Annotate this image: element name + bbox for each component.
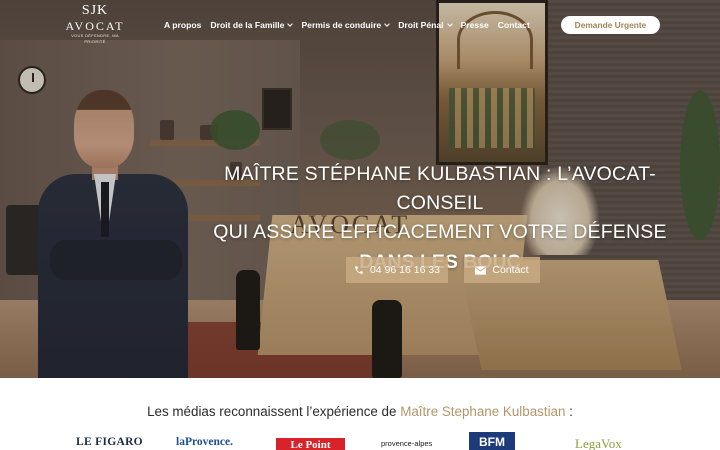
nav-label: Presse xyxy=(460,20,489,30)
nav-label: Contact xyxy=(497,20,530,30)
phone-icon xyxy=(355,266,363,274)
provence-alpes-logo[interactable]: provence-alpes xyxy=(381,439,432,448)
nav-label: Permis de conduire xyxy=(301,20,382,30)
le-point-logo[interactable]: Le Point xyxy=(276,438,345,450)
nav-label: Droit de la Famille xyxy=(210,20,285,30)
media-heading-suffix: : xyxy=(565,404,573,419)
chevron-down-icon xyxy=(287,21,294,27)
bfm-logo[interactable]: BFM xyxy=(469,432,515,450)
chevron-down-icon xyxy=(384,21,391,27)
headline-line-1: MAÎTRE STÉPHANE KULBASTIAN : L’AVOCAT-CO… xyxy=(224,163,656,214)
nav-droit-penal[interactable]: Droit Pénal xyxy=(398,18,453,32)
chevron-down-icon xyxy=(446,21,453,27)
site-logo[interactable]: SJK AVOCAT VOUS DÉFENDRE, MA PRIORITÉ xyxy=(60,3,130,44)
contact-button-label: Contact xyxy=(492,264,529,276)
urgent-request-button[interactable]: Demande Urgente xyxy=(561,16,660,34)
media-heading-name: Maître Stephane Kulbastian xyxy=(400,404,566,419)
media-section: Les médias reconnaissent l’expérience de… xyxy=(0,378,720,450)
legavox-logo[interactable]: LegaVox xyxy=(575,436,622,450)
contact-button[interactable]: Contact xyxy=(464,257,540,283)
la-provence-logo[interactable]: laProvence. xyxy=(176,436,233,448)
nav-label: A propos xyxy=(164,20,202,30)
nav-permis-conduire[interactable]: Permis de conduire xyxy=(301,18,391,32)
main-nav: A propos Droit de la Famille Permis de c… xyxy=(164,18,539,32)
logo-tagline: VOUS DÉFENDRE, MA PRIORITÉ xyxy=(71,33,119,44)
media-heading: Les médias reconnaissent l’expérience de… xyxy=(0,404,720,419)
nav-droit-famille[interactable]: Droit de la Famille xyxy=(210,18,294,32)
nav-label: Droit Pénal xyxy=(398,20,444,30)
logo-name: AVOCAT xyxy=(65,19,125,33)
phone-button[interactable]: 04 96 16 16 33 xyxy=(346,257,448,283)
nav-contact[interactable]: Contact xyxy=(498,18,530,32)
nav-presse[interactable]: Presse xyxy=(461,18,489,32)
envelope-icon xyxy=(475,265,487,275)
media-heading-prefix: Les médias reconnaissent l’expérience de xyxy=(147,404,401,419)
headline-line-2: QUI ASSURE EFFICACEMENT VOTRE DÉFENSE xyxy=(213,221,667,243)
phone-button-label: 04 96 16 16 33 xyxy=(369,264,441,276)
site-header: SJK AVOCAT VOUS DÉFENDRE, MA PRIORITÉ A … xyxy=(0,0,720,48)
media-logos: LE FIGARO laProvence. Le Point provence-… xyxy=(0,432,720,450)
nav-a-propos[interactable]: A propos xyxy=(164,18,201,32)
logo-monogram: SJK xyxy=(81,3,109,18)
hero-section: AVOCAT MAÎTRE STÉPHANE KULBASTIAN : L’AV… xyxy=(0,0,720,378)
le-figaro-logo[interactable]: LE FIGARO xyxy=(76,436,143,448)
